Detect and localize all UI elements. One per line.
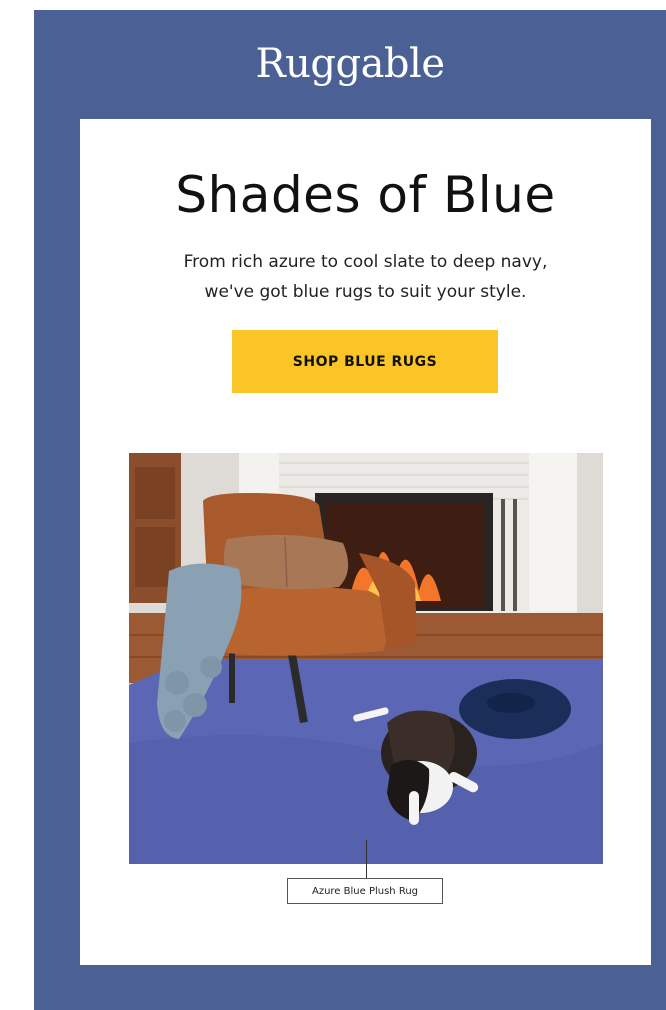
product-caption-tag[interactable]: Azure Blue Plush Rug [287,878,443,904]
email-page: Ruggable Shades of Blue From rich azure … [0,0,666,1010]
page-title: Shades of Blue [175,166,556,224]
subcopy-line-1: From rich azure to cool slate to deep na… [183,252,548,272]
product-photo[interactable] [129,453,603,864]
living-room-illustration [129,453,603,864]
subcopy-line-2: we've got blue rugs to suit your style. [204,282,527,302]
brand-logo[interactable]: Ruggable [34,38,666,90]
hero-subcopy: From rich azure to cool slate to deep na… [120,247,611,307]
shop-blue-rugs-button[interactable]: SHOP BLUE RUGS [232,330,498,393]
caption-pointer-line [366,840,367,880]
content-card: Shades of Blue From rich azure to cool s… [80,119,651,965]
